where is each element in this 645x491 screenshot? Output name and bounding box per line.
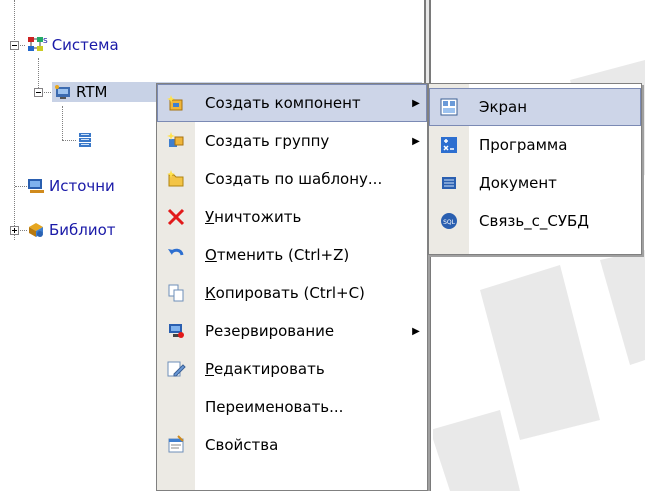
menu-item-label: Резервирование	[205, 322, 335, 340]
tree-node-label: Источни	[49, 177, 115, 195]
submenu-arrow-icon: ▶	[412, 97, 420, 109]
menu-item-label: Свойства	[205, 436, 279, 454]
menu-item-label: Документ	[479, 174, 557, 192]
menu-item-undo[interactable]: Отменить (Ctrl+Z)	[157, 236, 427, 274]
menu-item-backup[interactable]: Резервирование ▶	[157, 312, 427, 350]
menu-item-label: Уничтожить	[205, 208, 302, 226]
submenu-item-document[interactable]: Документ	[429, 164, 641, 202]
menu-item-label: Создать группу	[205, 132, 330, 150]
undo-icon	[157, 236, 195, 274]
menu-item-create-from-template[interactable]: Создать по шаблону...	[157, 160, 427, 198]
screen-icon	[429, 88, 469, 126]
tree-node-label: RTM	[76, 83, 108, 101]
tree-node-label: Библиот	[49, 221, 116, 239]
properties-icon	[157, 426, 195, 464]
menu-item-label: Отменить (Ctrl+Z)	[205, 246, 350, 264]
svg-text:SQL: SQL	[443, 219, 456, 226]
document-icon	[429, 164, 469, 202]
menu-item-copy[interactable]: Копировать (Ctrl+C)	[157, 274, 427, 312]
tree-node-child[interactable]	[76, 130, 94, 150]
tree-line	[62, 106, 63, 140]
expand-toggle[interactable]	[10, 226, 19, 235]
menu-item-label: Переименовать...	[205, 398, 344, 416]
menu-item-delete[interactable]: Уничтожить	[157, 198, 427, 236]
create-group-icon	[157, 122, 195, 160]
menu-item-edit[interactable]: Редактировать	[157, 350, 427, 388]
sql-icon: SQL	[429, 202, 469, 240]
menu-item-label: Создать компонент	[205, 94, 361, 112]
submenu-item-program[interactable]: Программа	[429, 126, 641, 164]
menu-item-label: Экран	[479, 98, 528, 116]
tree-node-sources[interactable]: Источни	[27, 176, 115, 196]
menu-item-label: Редактировать	[205, 360, 325, 378]
program-icon	[429, 126, 469, 164]
create-component-submenu: Экран Программа Документ SQL Связь_с_СУБ…	[428, 83, 642, 255]
menu-item-properties[interactable]: Свойства	[157, 426, 427, 464]
menu-item-label: Программа	[479, 136, 568, 154]
server-icon	[76, 131, 94, 149]
tree-line	[38, 58, 39, 92]
menu-item-create-group[interactable]: Создать группу ▶	[157, 122, 427, 160]
menu-item-rename[interactable]: Переименовать...	[157, 388, 427, 426]
menu-item-label: Копировать (Ctrl+C)	[205, 284, 365, 302]
submenu-item-db-link[interactable]: SQL Связь_с_СУБД	[429, 202, 641, 240]
data-source-icon	[27, 177, 45, 195]
tree-node-library[interactable]: Библиот	[27, 220, 116, 240]
create-component-icon	[157, 84, 195, 122]
menu-item-label: Связь_с_СУБД	[479, 212, 590, 230]
network-icon	[27, 36, 45, 54]
collapse-toggle[interactable]	[10, 41, 19, 50]
create-from-template-icon	[157, 160, 195, 198]
context-menu: Создать компонент ▶ Создать группу ▶ Соз…	[156, 83, 428, 491]
tree-line	[15, 186, 27, 187]
delete-x-icon	[157, 198, 195, 236]
collapse-toggle[interactable]	[34, 88, 43, 97]
tree-node-label: Система	[51, 36, 119, 54]
tree-line	[14, 0, 15, 240]
library-icon	[27, 221, 45, 239]
submenu-item-screen[interactable]: Экран	[429, 88, 641, 126]
edit-icon	[157, 350, 195, 388]
rtm-node-icon	[54, 83, 72, 101]
backup-icon	[157, 312, 195, 350]
submenu-arrow-icon: ▶	[412, 135, 420, 147]
menu-item-label: Создать по шаблону...	[205, 170, 383, 188]
tree-node-system[interactable]: s Система	[27, 35, 119, 55]
tree-line	[62, 140, 76, 141]
copy-icon	[157, 274, 195, 312]
menu-item-create-component[interactable]: Создать компонент ▶	[157, 84, 427, 122]
submenu-arrow-icon: ▶	[412, 325, 420, 337]
